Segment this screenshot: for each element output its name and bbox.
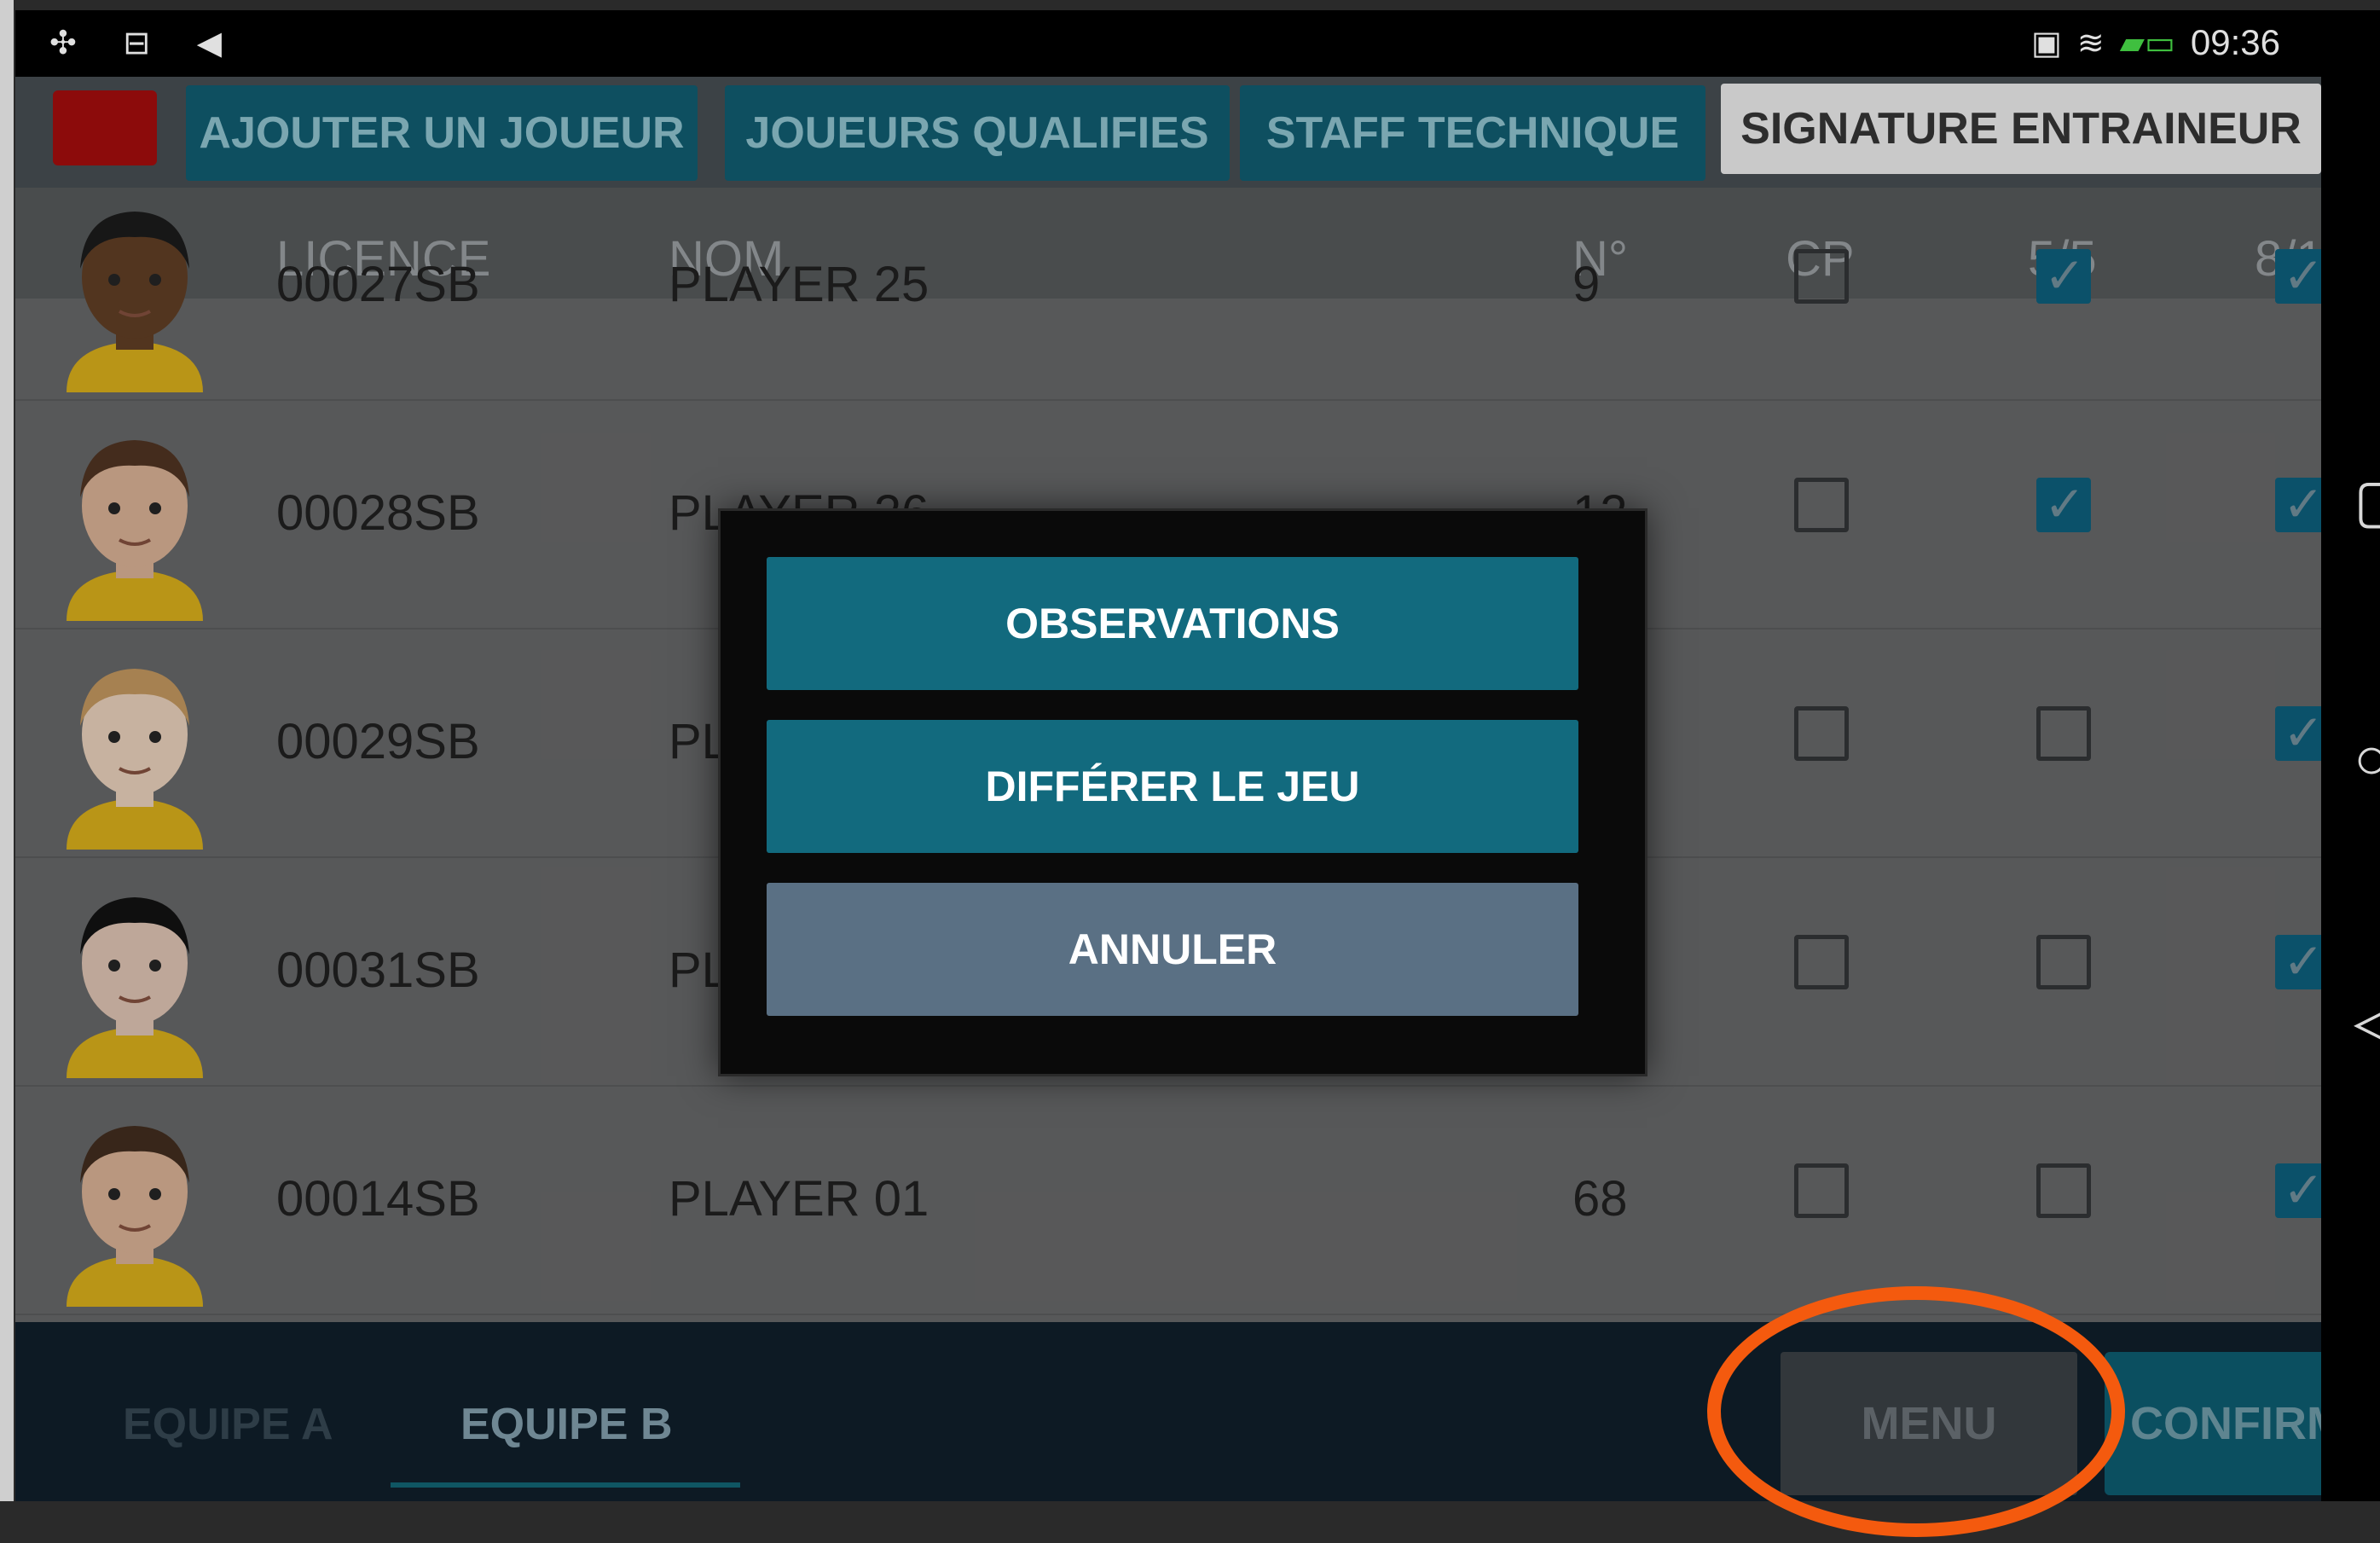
recent-apps-icon[interactable]: ▢ [2354,471,2380,531]
confirm-button[interactable]: CONFIRM [2105,1352,2321,1495]
tab-team-a[interactable]: EQUIPE A [123,1399,333,1450]
tab-technical-staff[interactable]: STAFF TECHNIQUE [1240,85,1705,181]
tab-add-player[interactable]: AJOUTER UN JOUEUR [186,85,698,181]
active-tab-indicator [391,1482,740,1488]
highlight-ring [1707,1286,2125,1537]
status-clock: 09:36 [2190,22,2280,62]
tab-team-b[interactable]: EQUIPE B [460,1399,673,1450]
defer-game-button[interactable]: DIFFÉRER LE JEU [767,720,1578,853]
status-bar: ✣ ⊟ ◀ ▣ ≋ ▰▭ 09:36 [15,10,2321,77]
cancel-button[interactable]: ANNULER [767,883,1578,1016]
tablet-screen: ✣ ⊟ ◀ ▣ ≋ ▰▭ 09:36 AJOUTER UN JOUEUR JOU… [15,10,2321,1501]
device-bezel [0,0,14,1501]
tab-coach-signature[interactable]: SIGNATURE ENTRAINEUR [1721,84,2321,174]
wifi-icon: ≋ [2076,25,2105,61]
status-right-group: ▣ ≋ ▰▭ 09:36 [2031,22,2280,63]
device-frame: ✣ ⊟ ◀ ▣ ≋ ▰▭ 09:36 AJOUTER UN JOUEUR JOU… [0,0,2380,1543]
battery-icon: ▰▭ [2119,25,2175,61]
status-notification-icons: ✣ ⊟ ◀ [49,26,241,61]
observations-button[interactable]: OBSERVATIONS [767,557,1578,690]
home-icon[interactable]: ○ [2354,728,2380,788]
tab-qualified-players[interactable]: JOUEURS QUALIFIES [725,85,1230,181]
cast-icon: ▣ [2031,25,2062,61]
action-dialog: OBSERVATIONS DIFFÉRER LE JEU ANNULER [718,508,1647,1076]
android-nav-bar: ▢ ○ ◁ [2321,10,2380,1501]
back-icon[interactable]: ◁ [2354,991,2380,1051]
team-color-swatch[interactable] [53,90,157,165]
